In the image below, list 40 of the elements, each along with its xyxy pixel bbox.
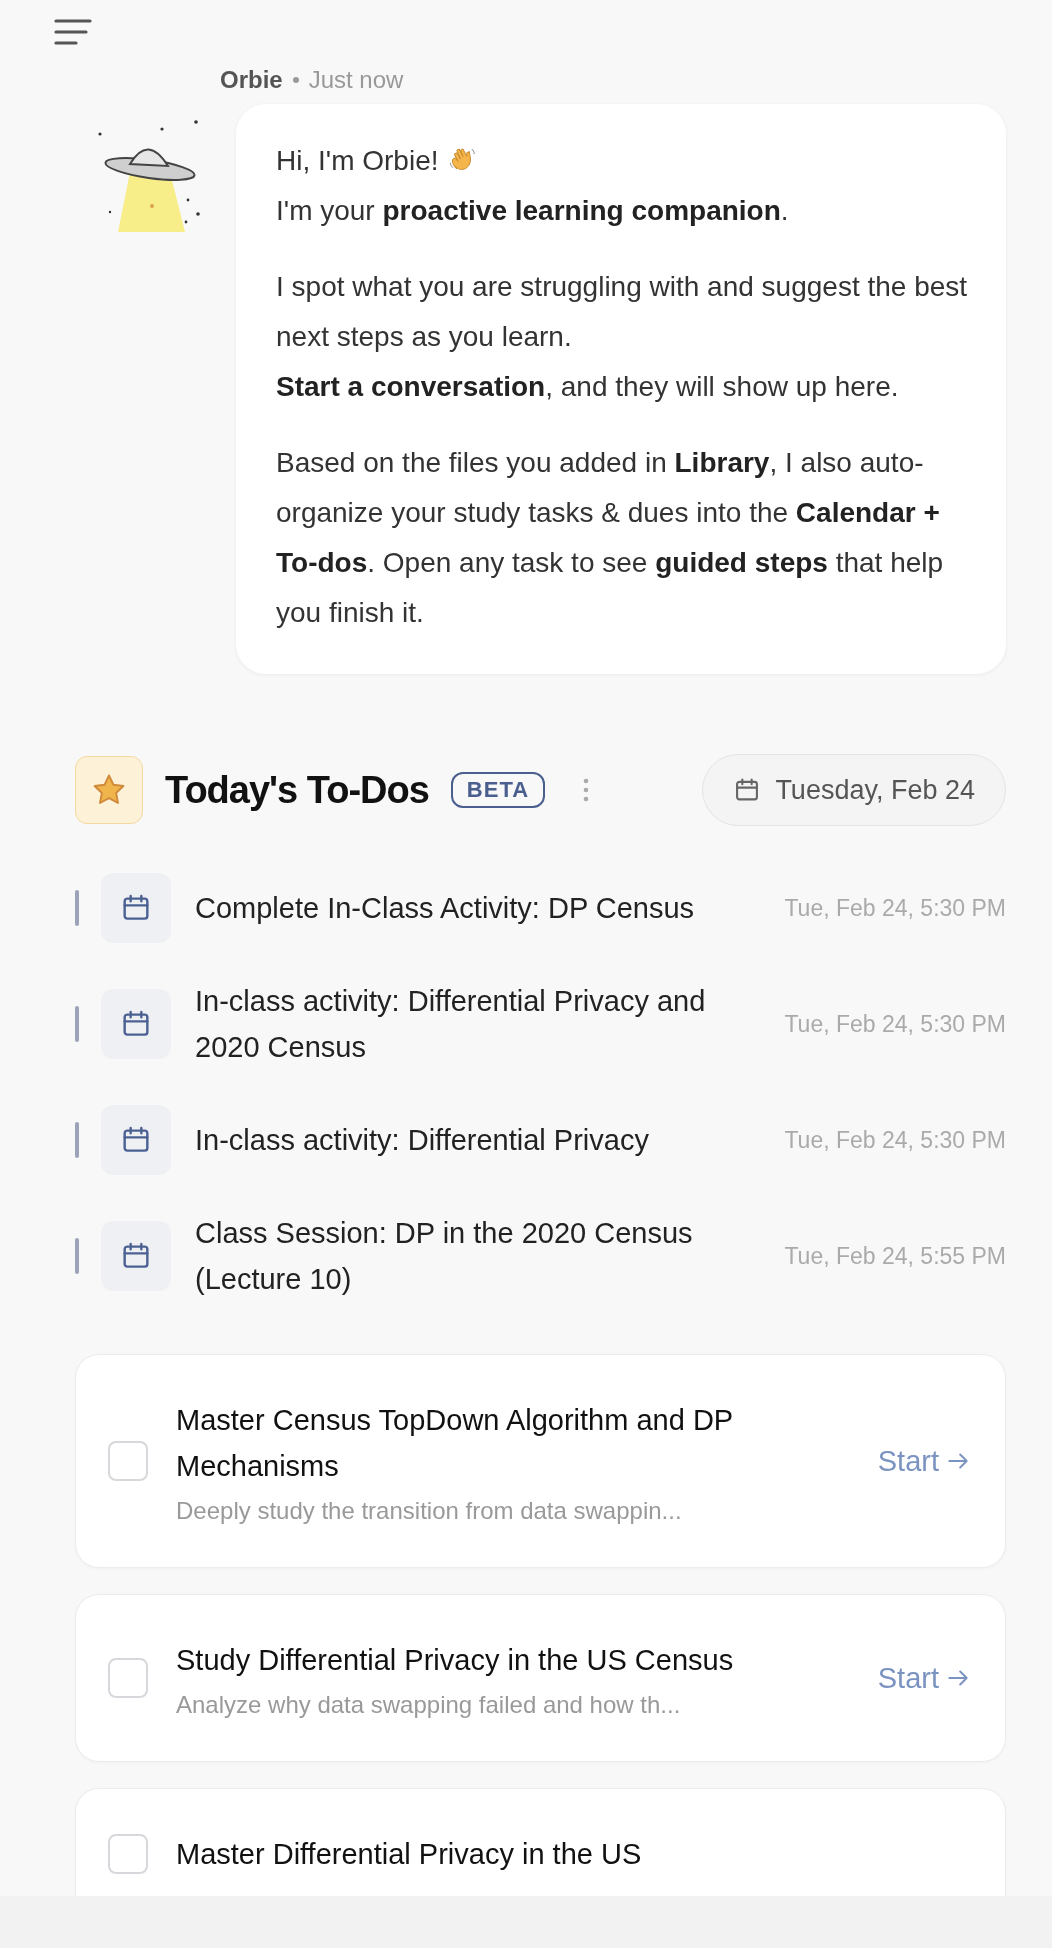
event-time: Tue, Feb 24, 5:30 PM <box>784 894 1006 922</box>
event-time: Tue, Feb 24, 5:55 PM <box>784 1242 1006 1270</box>
message-text: I'm your proactive learning companion. <box>276 194 790 228</box>
calendar-icon <box>101 989 171 1059</box>
calendar-icon <box>101 1221 171 1291</box>
task-title: Master Census TopDown Algorithm and DP Mechanisms <box>176 1403 734 1484</box>
task-title: Study Differential Privacy in the US Census <box>176 1643 735 1678</box>
task-card[interactable]: Master Census TopDown Algorithm and DP Mechanisms Deeply study the transition from data swappin... Start <box>75 1354 1006 1568</box>
beta-badge: BETA <box>450 772 546 808</box>
calendar-icon <box>101 873 171 943</box>
task-description: Analyze why data swapping failed and how th... <box>176 1691 682 1719</box>
event-title[interactable]: In-class activity: Differential Privacy and 2020 Census <box>195 978 769 1070</box>
sender-name: Orbie <box>220 66 283 94</box>
event-marker <box>75 890 79 926</box>
more-options-icon[interactable] <box>583 778 590 802</box>
event-time: Tue, Feb 24, 5:30 PM <box>784 1126 1006 1154</box>
calendar-icon <box>101 1105 171 1175</box>
date-button[interactable]: Tuesday, Feb 24 <box>702 754 1006 826</box>
message-text: Start a conversation, and they will show up here. <box>276 370 900 404</box>
menu-icon[interactable] <box>54 18 92 46</box>
message-text: Hi, I'm Orbie! <box>276 136 970 186</box>
message-time: Just now <box>308 66 404 94</box>
message-text: I spot what you are struggling with and suggest the best next steps as you learn. <box>276 270 969 354</box>
task-title: Master Differential Privacy in the US <box>176 1837 643 1872</box>
event-title[interactable]: In-class activity: Differential Privacy <box>195 1117 769 1163</box>
event-marker <box>75 1122 79 1158</box>
separator-dot <box>292 77 299 83</box>
section-title: Today's To-Dos <box>165 768 429 812</box>
event-title[interactable]: Complete In-Class Activity: DP Census <box>195 885 769 931</box>
event-title[interactable]: Class Session: DP in the 2020 Census (Lecture 10) <box>195 1210 769 1302</box>
event-marker <box>75 1238 79 1274</box>
event-marker <box>75 1006 79 1042</box>
event-time: Tue, Feb 24, 5:30 PM <box>784 1010 1006 1038</box>
task-card[interactable]: Master Differential Privacy in the US <box>75 1788 1006 1896</box>
task-checkbox[interactable] <box>108 1658 148 1698</box>
message-text: Based on the files you added in Library, I also auto-organize your study tasks & dues into the Calendar + To-dos. Open any task to see guided steps that help you finish it. <box>276 446 945 630</box>
task-checkbox[interactable] <box>108 1834 148 1874</box>
task-card[interactable]: Study Differential Privacy in the US Census Analyze why data swapping failed and how th... Start <box>75 1594 1006 1762</box>
task-checkbox[interactable] <box>108 1441 148 1481</box>
task-description: Deeply study the transition from data swappin... <box>176 1497 683 1525</box>
